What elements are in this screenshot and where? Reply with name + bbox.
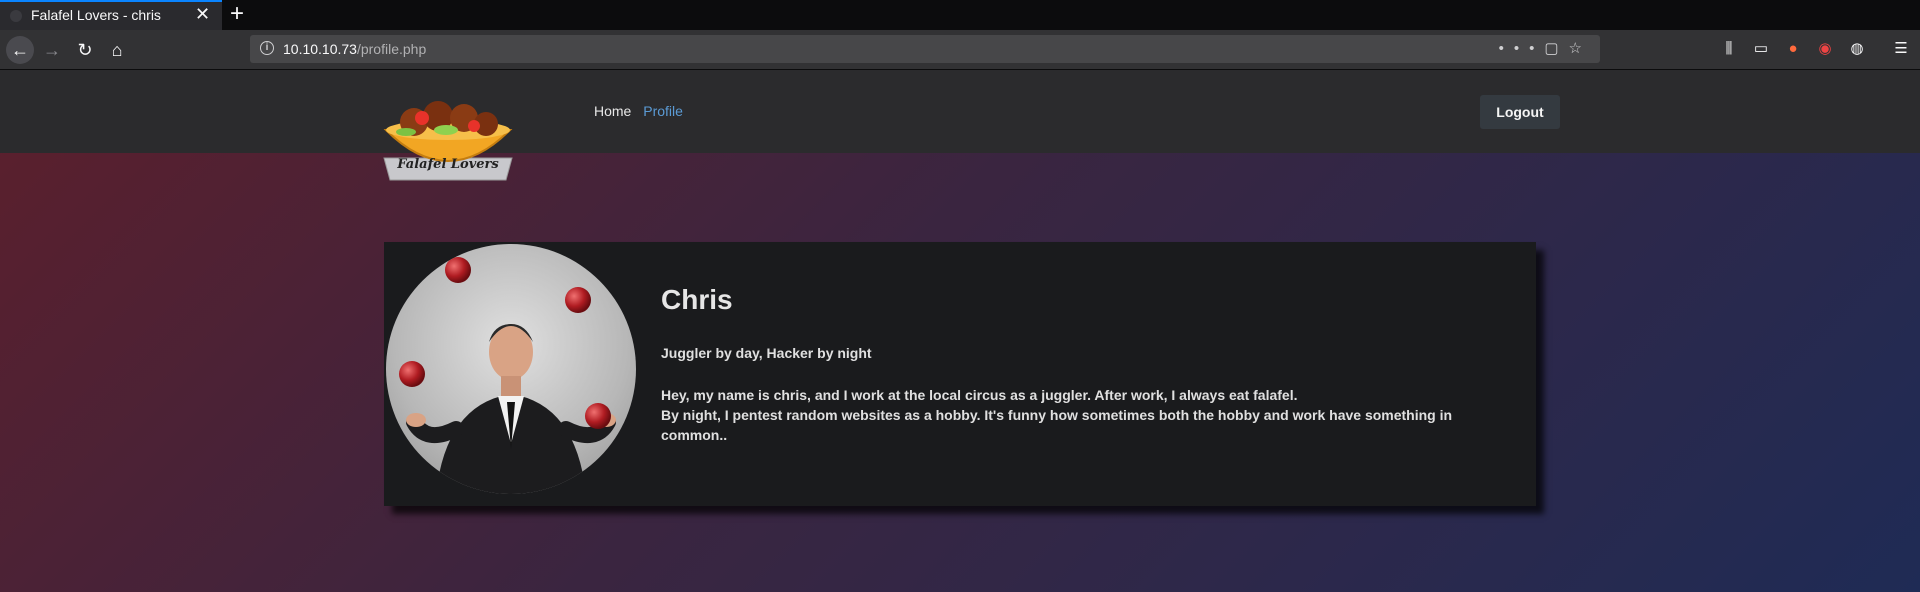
falafel-lovers-logo[interactable]: Falafel Lovers [378, 100, 518, 182]
page-actions: •••▢☆ [1499, 39, 1592, 57]
library-icon[interactable]: ⫼ [1720, 40, 1738, 58]
profile-name: Chris [661, 284, 733, 315]
bookmark-star-icon[interactable]: ☆ [1569, 40, 1592, 57]
forward-icon[interactable]: → [38, 36, 66, 64]
browser-tab[interactable]: Falafel Lovers - chris ✕ [0, 0, 222, 30]
back-icon[interactable]: ← [6, 36, 34, 64]
more-actions-icon[interactable]: ••• [1499, 40, 1545, 57]
logout-button[interactable]: Logout [1480, 95, 1560, 129]
pocket-icon[interactable]: ▢ [1544, 40, 1568, 57]
nav-home-link[interactable]: Home [594, 103, 631, 119]
bio-line-2: By night, I pentest random websites as a… [661, 407, 1453, 443]
url-text[interactable]: 10.10.10.73/profile.php [283, 41, 426, 57]
tab-favicon-icon [10, 10, 22, 22]
profile-card: Chris Juggler by day, Hacker by night He… [384, 242, 1536, 506]
nav-profile-link[interactable]: Profile [643, 103, 683, 119]
reload-icon[interactable]: ↻ [71, 36, 99, 64]
page-body: Home Profile Logout Falafel Lovers Chris… [0, 70, 1920, 592]
tab-title: Falafel Lovers - chris [31, 7, 161, 23]
home-icon[interactable]: ⌂ [103, 36, 131, 64]
sidebar-icon[interactable]: ▭ [1752, 40, 1770, 58]
svg-text:Falafel Lovers: Falafel Lovers [396, 157, 499, 172]
address-bar[interactable]: i 10.10.10.73/profile.php •••▢☆ [250, 35, 1600, 63]
new-tab-icon[interactable]: + [230, 0, 244, 28]
bio-line-1: Hey, my name is chris, and I work at the… [661, 387, 1298, 403]
browser-toolbar: ← → ↻ ⌂ i 10.10.10.73/profile.php •••▢☆ … [0, 30, 1920, 70]
site-header: Home Profile Logout [0, 70, 1920, 153]
site-info-icon[interactable]: i [260, 41, 274, 55]
profile-bio: Hey, my name is chris, and I work at the… [661, 385, 1501, 445]
menu-icon[interactable]: ☰ [1892, 40, 1910, 58]
main-nav: Home Profile [594, 103, 691, 119]
extension-fox-icon[interactable]: ● [1784, 40, 1802, 58]
tab-strip: Falafel Lovers - chris ✕ + [0, 0, 1920, 30]
juggler-photo [399, 257, 616, 494]
account-icon[interactable]: ◍ [1848, 40, 1866, 58]
profile-avatar [386, 244, 636, 494]
extension-mask-icon[interactable]: ◉ [1816, 40, 1834, 58]
profile-tagline: Juggler by day, Hacker by night [661, 345, 872, 361]
close-tab-icon[interactable]: ✕ [195, 4, 210, 25]
